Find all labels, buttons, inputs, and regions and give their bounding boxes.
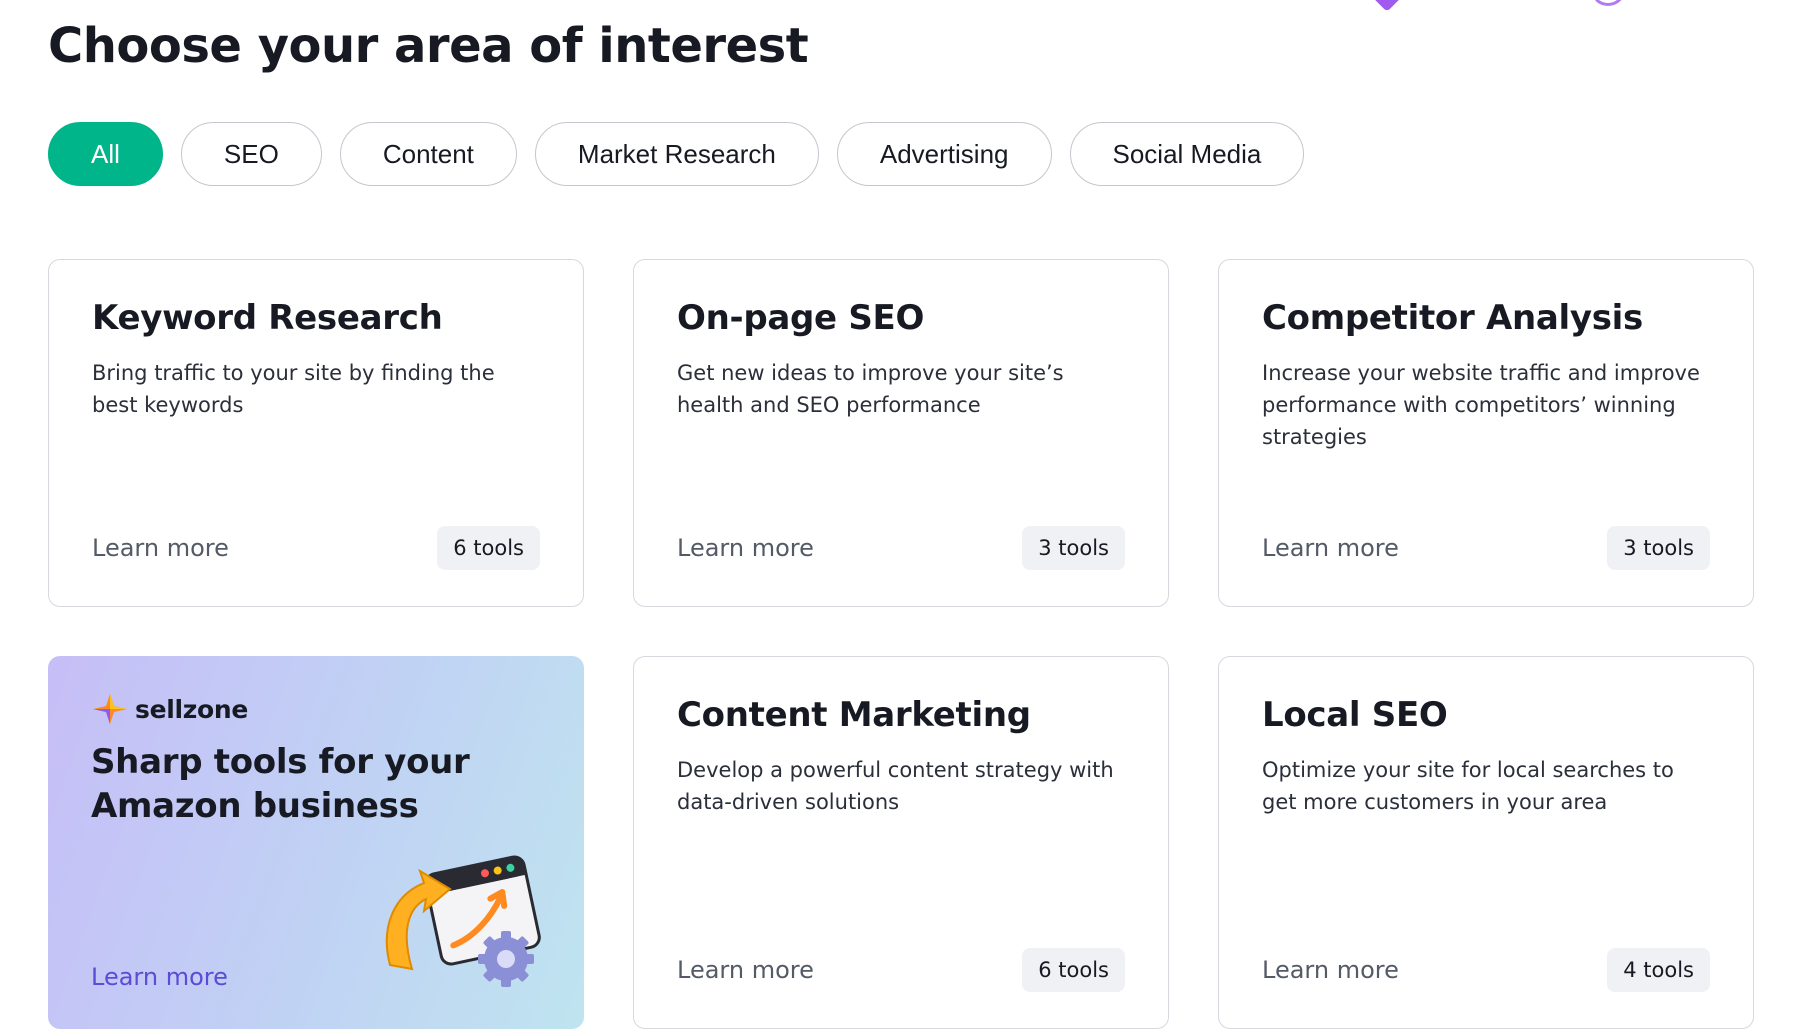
- filter-chip-all[interactable]: All: [48, 122, 163, 186]
- card-footer: Learn more 6 tools: [92, 526, 540, 570]
- filter-chip-market-research[interactable]: Market Research: [534, 122, 819, 186]
- card-footer: Learn more 4 tools: [1262, 948, 1710, 992]
- tools-count-badge: 3 tools: [1022, 526, 1125, 570]
- card-keyword-research[interactable]: Keyword Research Bring traffic to your s…: [48, 259, 584, 607]
- learn-more-link[interactable]: Learn more: [1262, 956, 1399, 984]
- filter-chip-advertising[interactable]: Advertising: [836, 122, 1052, 186]
- card-footer: Learn more 3 tools: [1262, 526, 1710, 570]
- card-title: Keyword Research: [92, 298, 443, 338]
- card-description: Develop a powerful content strategy with…: [677, 757, 1114, 814]
- card-competitor-analysis[interactable]: Competitor Analysis Increase your websit…: [1218, 259, 1754, 607]
- filter-chip-social-media[interactable]: Social Media: [1069, 122, 1305, 186]
- promo-brand: sellzone: [91, 692, 541, 726]
- filter-chip-seo[interactable]: SEO: [180, 122, 322, 186]
- card-title: Competitor Analysis: [1262, 298, 1643, 338]
- tools-count-badge: 3 tools: [1607, 526, 1710, 570]
- filter-chips: All SEO Content Market Research Advertis…: [48, 122, 1305, 186]
- browser-arrow-gear-illustration-icon: [385, 855, 541, 987]
- promo-card-sellzone[interactable]: sellzone Sharp tools for your Amazon bus…: [48, 656, 584, 1029]
- card-description: Increase your website traffic and improv…: [1262, 360, 1700, 449]
- card-title: Content Marketing: [677, 695, 1031, 735]
- card-description: Get new ideas to improve your site’s hea…: [677, 360, 1064, 417]
- decorative-shape-icon: [1367, 0, 1407, 12]
- card-content-marketing[interactable]: Content Marketing Develop a powerful con…: [633, 656, 1169, 1029]
- topic-cards-grid: Keyword Research Bring traffic to your s…: [48, 259, 1754, 1029]
- learn-more-link[interactable]: Learn more: [92, 534, 229, 562]
- card-description: Optimize your site for local searches to…: [1262, 757, 1674, 814]
- tools-count-badge: 4 tools: [1607, 948, 1710, 992]
- card-footer: Learn more 3 tools: [677, 526, 1125, 570]
- sellzone-star-logo-icon: [93, 694, 127, 724]
- promo-brand-name: sellzone: [135, 694, 249, 724]
- card-description: Bring traffic to your site by finding th…: [92, 360, 495, 417]
- promo-learn-more-link[interactable]: Learn more: [91, 963, 228, 991]
- card-local-seo[interactable]: Local SEO Optimize your site for local s…: [1218, 656, 1754, 1029]
- page-title: Choose your area of interest: [48, 18, 809, 74]
- page: Choose your area of interest All SEO Con…: [0, 0, 1816, 1035]
- decorative-ring-icon: [1590, 0, 1626, 6]
- promo-title: Sharp tools for your Amazon business: [91, 742, 470, 826]
- learn-more-link[interactable]: Learn more: [677, 956, 814, 984]
- card-on-page-seo[interactable]: On-page SEO Get new ideas to improve you…: [633, 259, 1169, 607]
- learn-more-link[interactable]: Learn more: [1262, 534, 1399, 562]
- card-title: On-page SEO: [677, 298, 925, 338]
- card-title: Local SEO: [1262, 695, 1448, 735]
- learn-more-link[interactable]: Learn more: [677, 534, 814, 562]
- tools-count-badge: 6 tools: [437, 526, 540, 570]
- card-footer: Learn more 6 tools: [677, 948, 1125, 992]
- filter-chip-content[interactable]: Content: [339, 122, 517, 186]
- tools-count-badge: 6 tools: [1022, 948, 1125, 992]
